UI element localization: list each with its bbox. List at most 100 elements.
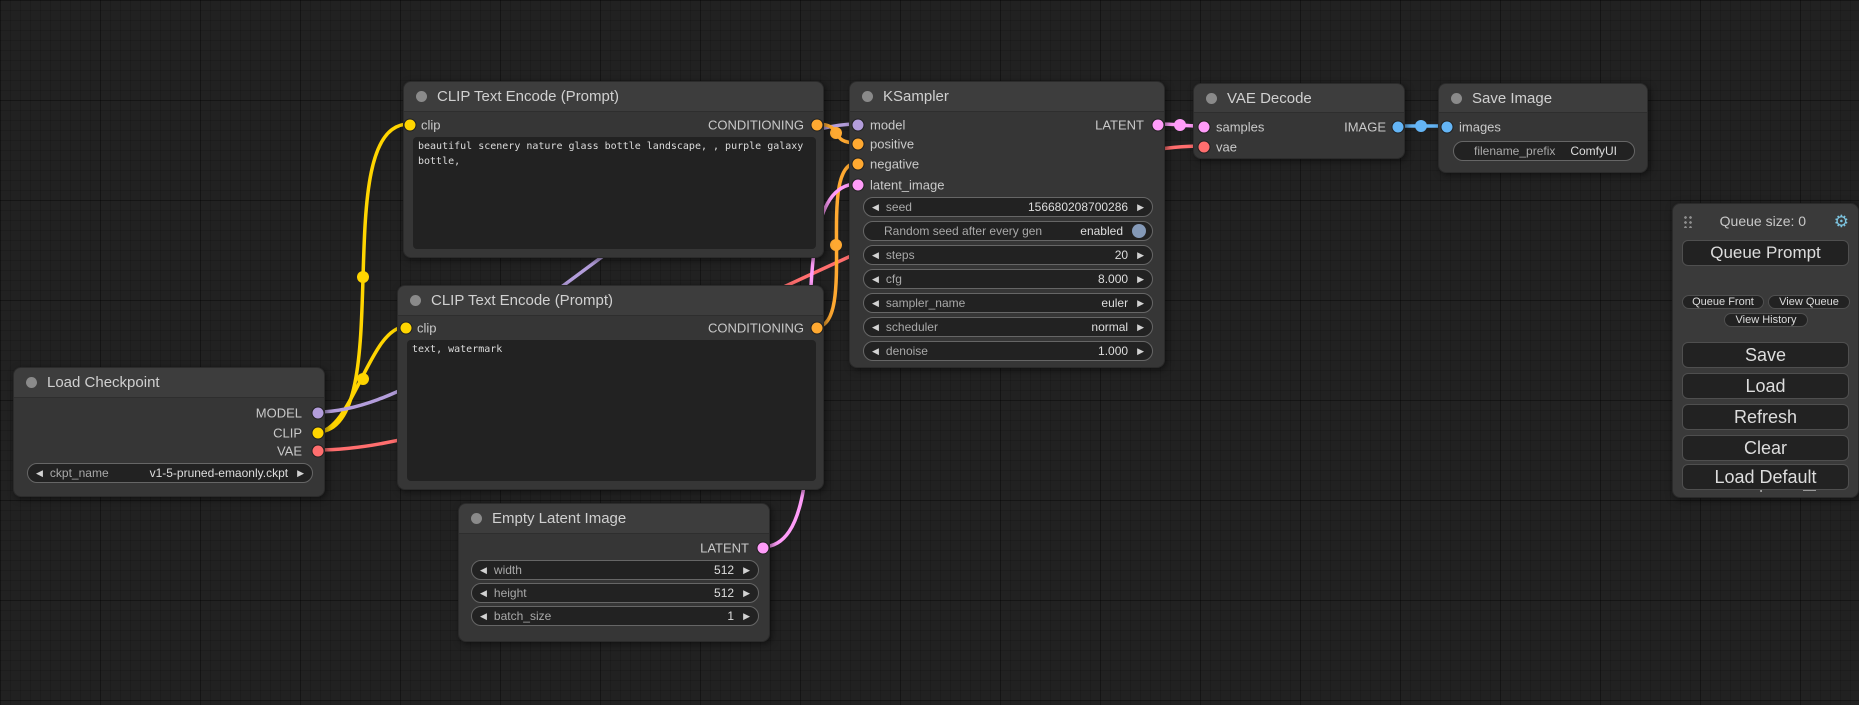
filename-prefix-widget[interactable]: filename_prefix ComfyUI bbox=[1453, 141, 1635, 161]
node-load-checkpoint[interactable]: Load Checkpoint MODEL CLIP VAE ◀ ckpt_na… bbox=[13, 367, 325, 497]
node-canvas[interactable]: Load Checkpoint MODEL CLIP VAE ◀ ckpt_na… bbox=[0, 0, 1859, 705]
output-port-vae[interactable] bbox=[313, 446, 324, 457]
prompt-textarea[interactable]: text, watermark bbox=[407, 340, 816, 481]
input-port-model[interactable] bbox=[853, 120, 864, 131]
increment-arrow-icon[interactable]: ▶ bbox=[743, 612, 750, 621]
output-port-conditioning[interactable] bbox=[812, 120, 823, 131]
node-title: CLIP Text Encode (Prompt) bbox=[431, 292, 613, 309]
increment-arrow-icon[interactable]: ▶ bbox=[743, 589, 750, 598]
collapse-dot-icon[interactable] bbox=[862, 91, 873, 102]
steps-widget[interactable]: ◀ steps 20 ▶ bbox=[863, 245, 1153, 265]
decrement-arrow-icon[interactable]: ◀ bbox=[36, 469, 43, 478]
decrement-arrow-icon[interactable]: ◀ bbox=[872, 299, 879, 308]
increment-arrow-icon[interactable]: ▶ bbox=[1137, 347, 1144, 356]
input-label-latent-image: latent_image bbox=[870, 178, 944, 193]
ckpt-name-widget[interactable]: ◀ ckpt_name v1-5-pruned-emaonly.ckpt ▶ bbox=[27, 463, 313, 483]
seed-widget[interactable]: ◀ seed 156680208700286 ▶ bbox=[863, 197, 1153, 217]
node-ksampler[interactable]: KSampler model LATENT positive negative … bbox=[849, 81, 1165, 368]
wire-midpoint-dot bbox=[830, 239, 842, 251]
save-button[interactable]: Save bbox=[1682, 342, 1849, 368]
random-seed-toggle-widget[interactable]: Random seed after every gen enabled bbox=[863, 221, 1153, 241]
queue-front-button[interactable]: Queue Front bbox=[1682, 295, 1764, 309]
increment-arrow-icon[interactable]: ▶ bbox=[1137, 275, 1144, 284]
output-port-image[interactable] bbox=[1393, 122, 1404, 133]
input-port-negative[interactable] bbox=[853, 159, 864, 170]
node-title-bar[interactable]: CLIP Text Encode (Prompt) bbox=[404, 82, 823, 112]
queue-panel[interactable]: Queue size: 0 ⚙ Queue Prompt Extra optio… bbox=[1672, 203, 1859, 498]
widget-value: 1.000 bbox=[1098, 344, 1128, 358]
node-clip-text-encode-positive[interactable]: CLIP Text Encode (Prompt) clip CONDITION… bbox=[403, 81, 824, 258]
output-label-vae: VAE bbox=[277, 444, 302, 459]
increment-arrow-icon[interactable]: ▶ bbox=[743, 566, 750, 575]
collapse-dot-icon[interactable] bbox=[1451, 93, 1462, 104]
scheduler-widget[interactable]: ◀ scheduler normal ▶ bbox=[863, 317, 1153, 337]
increment-arrow-icon[interactable]: ▶ bbox=[297, 469, 304, 478]
node-empty-latent-image[interactable]: Empty Latent Image LATENT ◀ width 512 ▶ … bbox=[458, 503, 770, 642]
input-port-clip[interactable] bbox=[401, 323, 412, 334]
node-title: Load Checkpoint bbox=[47, 374, 160, 391]
input-port-samples[interactable] bbox=[1199, 122, 1210, 133]
node-vae-decode[interactable]: VAE Decode samples IMAGE vae bbox=[1193, 83, 1405, 159]
decrement-arrow-icon[interactable]: ◀ bbox=[480, 612, 487, 621]
collapse-dot-icon[interactable] bbox=[471, 513, 482, 524]
node-title-bar[interactable]: VAE Decode bbox=[1194, 84, 1404, 113]
output-port-conditioning[interactable] bbox=[812, 323, 823, 334]
output-port-latent[interactable] bbox=[1153, 120, 1164, 131]
denoise-widget[interactable]: ◀ denoise 1.000 ▶ bbox=[863, 341, 1153, 361]
increment-arrow-icon[interactable]: ▶ bbox=[1137, 299, 1144, 308]
widget-name: sampler_name bbox=[886, 296, 965, 310]
widget-name: height bbox=[494, 586, 527, 600]
collapse-dot-icon[interactable] bbox=[416, 91, 427, 102]
load-default-button[interactable]: Load Default bbox=[1682, 464, 1849, 490]
batch-size-widget[interactable]: ◀ batch_size 1 ▶ bbox=[471, 606, 759, 626]
input-port-vae[interactable] bbox=[1199, 142, 1210, 153]
output-label-conditioning: CONDITIONING bbox=[708, 321, 804, 336]
gear-icon[interactable]: ⚙ bbox=[1834, 213, 1849, 230]
sampler-name-widget[interactable]: ◀ sampler_name euler ▶ bbox=[863, 293, 1153, 313]
toggle-on-icon[interactable] bbox=[1132, 224, 1146, 238]
input-port-clip[interactable] bbox=[405, 120, 416, 131]
decrement-arrow-icon[interactable]: ◀ bbox=[872, 347, 879, 356]
node-title-bar[interactable]: Empty Latent Image bbox=[459, 504, 769, 534]
increment-arrow-icon[interactable]: ▶ bbox=[1137, 251, 1144, 260]
input-port-positive[interactable] bbox=[853, 139, 864, 150]
prompt-textarea[interactable]: beautiful scenery nature glass bottle la… bbox=[413, 137, 816, 249]
input-port-latent-image[interactable] bbox=[853, 180, 864, 191]
node-title-bar[interactable]: Save Image bbox=[1439, 84, 1647, 113]
refresh-button[interactable]: Refresh bbox=[1682, 404, 1849, 430]
node-title: Empty Latent Image bbox=[492, 510, 626, 527]
decrement-arrow-icon[interactable]: ◀ bbox=[872, 323, 879, 332]
decrement-arrow-icon[interactable]: ◀ bbox=[480, 566, 487, 575]
node-clip-text-encode-negative[interactable]: CLIP Text Encode (Prompt) clip CONDITION… bbox=[397, 285, 824, 490]
increment-arrow-icon[interactable]: ▶ bbox=[1137, 203, 1144, 212]
output-port-clip[interactable] bbox=[313, 428, 324, 439]
decrement-arrow-icon[interactable]: ◀ bbox=[480, 589, 487, 598]
input-label-samples: samples bbox=[1216, 120, 1264, 135]
node-title-bar[interactable]: CLIP Text Encode (Prompt) bbox=[398, 286, 823, 316]
clear-button[interactable]: Clear bbox=[1682, 435, 1849, 461]
output-port-latent[interactable] bbox=[758, 543, 769, 554]
input-label-clip: clip bbox=[417, 321, 437, 336]
view-history-button[interactable]: View History bbox=[1724, 313, 1808, 327]
view-queue-button[interactable]: View Queue bbox=[1768, 295, 1850, 309]
cfg-widget[interactable]: ◀ cfg 8.000 ▶ bbox=[863, 269, 1153, 289]
widget-name: cfg bbox=[886, 272, 902, 286]
node-title-bar[interactable]: KSampler bbox=[850, 82, 1164, 112]
load-button[interactable]: Load bbox=[1682, 373, 1849, 399]
height-widget[interactable]: ◀ height 512 ▶ bbox=[471, 583, 759, 603]
decrement-arrow-icon[interactable]: ◀ bbox=[872, 275, 879, 284]
increment-arrow-icon[interactable]: ▶ bbox=[1137, 323, 1144, 332]
node-save-image[interactable]: Save Image images filename_prefix ComfyU… bbox=[1438, 83, 1648, 173]
collapse-dot-icon[interactable] bbox=[410, 295, 421, 306]
drag-handle-icon[interactable] bbox=[1683, 214, 1692, 228]
collapse-dot-icon[interactable] bbox=[1206, 93, 1217, 104]
collapse-dot-icon[interactable] bbox=[26, 377, 37, 388]
decrement-arrow-icon[interactable]: ◀ bbox=[872, 203, 879, 212]
width-widget[interactable]: ◀ width 512 ▶ bbox=[471, 560, 759, 580]
output-port-model[interactable] bbox=[313, 408, 324, 419]
queue-prompt-button[interactable]: Queue Prompt bbox=[1682, 240, 1849, 266]
node-title-bar[interactable]: Load Checkpoint bbox=[14, 368, 324, 398]
widget-value: v1-5-pruned-emaonly.ckpt bbox=[150, 466, 289, 480]
input-port-images[interactable] bbox=[1442, 122, 1453, 133]
decrement-arrow-icon[interactable]: ◀ bbox=[872, 251, 879, 260]
